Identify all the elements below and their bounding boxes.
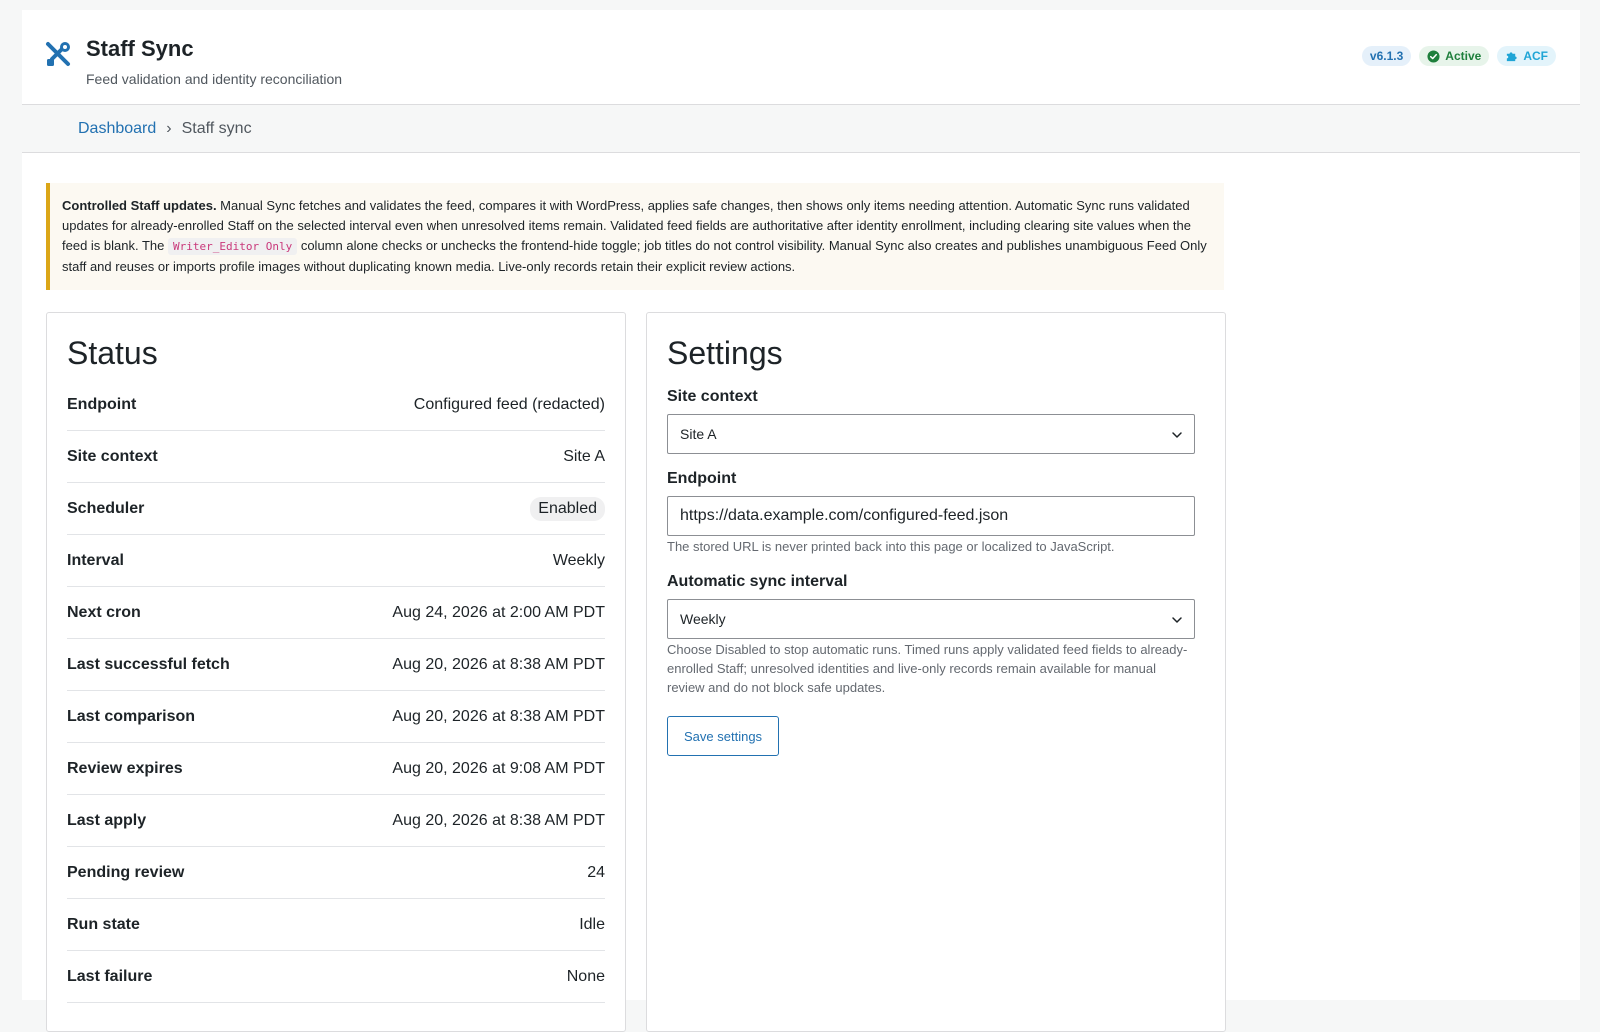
- status-value: Idle: [579, 915, 605, 933]
- status-list: Endpoint Configured feed (redacted) Site…: [67, 379, 605, 1003]
- status-value: Site A: [563, 447, 605, 465]
- active-badge: Active: [1419, 46, 1490, 66]
- status-label: Last failure: [67, 967, 153, 985]
- status-value: Aug 20, 2026 at 8:38 AM PDT: [392, 707, 605, 725]
- site-context-label: Site context: [667, 388, 758, 405]
- status-label: Endpoint: [67, 395, 137, 413]
- breadcrumb-current: Staff sync: [181, 119, 252, 137]
- acf-label: ACF: [1523, 49, 1548, 63]
- status-label: Pending review: [67, 863, 185, 881]
- version-badge: v6.1.3: [1361, 46, 1412, 66]
- status-value: Aug 20, 2026 at 9:08 AM PDT: [392, 759, 605, 777]
- status-row-run-state: Run state Idle: [67, 899, 605, 951]
- status-row-interval: Interval Weekly: [67, 535, 605, 587]
- status-heading: Status: [67, 335, 158, 371]
- app-subtitle: Feed validation and identity reconciliat…: [86, 71, 343, 87]
- status-label: Interval: [67, 551, 124, 569]
- site-context-select[interactable]: Site A: [667, 414, 1195, 454]
- status-label: Run state: [67, 915, 140, 933]
- app-header: Staff Sync Feed validation and identity …: [22, 10, 1580, 105]
- status-label: Last apply: [67, 811, 147, 829]
- status-value: Weekly: [552, 551, 605, 569]
- interval-select[interactable]: Weekly: [667, 599, 1195, 639]
- chevron-down-icon: [1172, 432, 1182, 438]
- status-label: Review expires: [67, 759, 183, 777]
- status-label: Scheduler: [67, 499, 145, 517]
- notice-code: Writer_Editor Only: [168, 238, 298, 255]
- tools-icon: [46, 42, 70, 66]
- status-panel: Status Endpoint Configured feed (redacte…: [46, 312, 626, 1032]
- interval-help: Choose Disabled to stop automatic runs. …: [667, 642, 1188, 695]
- endpoint-label: Endpoint: [667, 470, 737, 487]
- status-label: Site context: [67, 447, 158, 465]
- settings-heading: Settings: [667, 335, 783, 371]
- status-value: None: [566, 967, 605, 985]
- status-label: Last comparison: [67, 707, 196, 725]
- breadcrumb-separator: ›: [166, 119, 172, 137]
- warning-notice: Controlled Staff updates. Manual Sync fe…: [46, 183, 1224, 290]
- status-label: Next cron: [67, 603, 141, 621]
- puzzle-icon: [1507, 51, 1517, 61]
- endpoint-input[interactable]: [667, 496, 1195, 536]
- chevron-down-icon: [1172, 617, 1182, 623]
- status-value: 24: [587, 863, 605, 881]
- header-badges: v6.1.3 Active ACF: [1361, 46, 1556, 66]
- active-label: Active: [1445, 49, 1482, 63]
- endpoint-help: The stored URL is never printed back int…: [667, 539, 1115, 554]
- status-row-site-context: Site context Site A: [67, 431, 605, 483]
- scheduler-badge: Enabled: [530, 496, 605, 521]
- status-row-pending-review: Pending review 24: [67, 847, 605, 899]
- interval-value: Weekly: [680, 611, 726, 627]
- status-row-scheduler: Scheduler Enabled: [67, 483, 605, 535]
- interval-label: Automatic sync interval: [667, 573, 848, 590]
- save-settings-button[interactable]: Save settings: [667, 716, 780, 756]
- main-content: Controlled Staff updates. Manual Sync fe…: [22, 153, 1580, 1032]
- status-value: Configured feed (redacted): [413, 395, 605, 413]
- notice-strong: Controlled Staff updates.: [62, 198, 217, 213]
- status-row-last-comparison: Last comparison Aug 20, 2026 at 8:38 AM …: [67, 691, 605, 743]
- app-title: Staff Sync: [86, 36, 194, 61]
- breadcrumb: Dashboard › Staff sync: [22, 105, 1580, 153]
- page: Staff Sync Feed validation and identity …: [0, 0, 1600, 1032]
- status-row-last-fetch: Last successful fetch Aug 20, 2026 at 8:…: [67, 639, 605, 691]
- check-circle-icon: [1427, 49, 1440, 63]
- status-value: Aug 20, 2026 at 8:38 AM PDT: [392, 655, 605, 673]
- version-label: v6.1.3: [1369, 49, 1404, 63]
- settings-panel: Settings Site context Site A Endpoint Th…: [646, 312, 1226, 1032]
- acf-badge: ACF: [1497, 46, 1556, 66]
- status-label: Last successful fetch: [67, 655, 230, 673]
- status-row-review-expires: Review expires Aug 20, 2026 at 9:08 AM P…: [67, 743, 605, 795]
- breadcrumb-dashboard-link[interactable]: Dashboard: [78, 120, 156, 138]
- status-value: Aug 20, 2026 at 8:38 AM PDT: [392, 811, 605, 829]
- status-row-endpoint: Endpoint Configured feed (redacted): [67, 379, 605, 431]
- site-context-value: Site A: [680, 426, 717, 442]
- status-row-last-failure: Last failure None: [67, 951, 605, 1003]
- status-row-next-cron: Next cron Aug 24, 2026 at 2:00 AM PDT: [67, 587, 605, 639]
- status-row-last-apply: Last apply Aug 20, 2026 at 8:38 AM PDT: [67, 795, 605, 847]
- status-value: Aug 24, 2026 at 2:00 AM PDT: [392, 603, 605, 621]
